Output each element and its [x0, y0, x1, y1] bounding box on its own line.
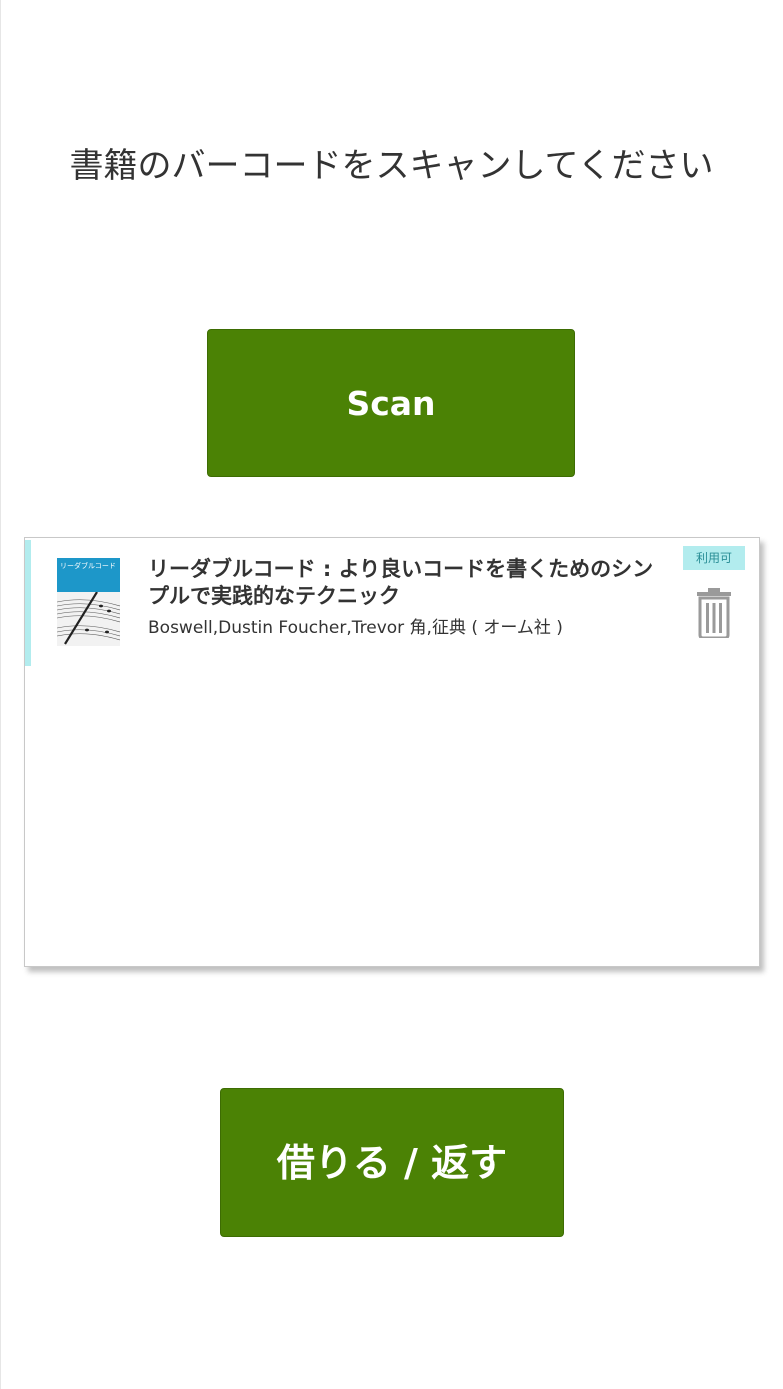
cover-sheet-music-art [57, 592, 120, 646]
availability-status-badge: 利用可 [683, 546, 745, 570]
item-accent-bar [25, 540, 31, 666]
page-left-border [0, 0, 1, 1389]
borrow-return-button[interactable]: 借りる / 返す [220, 1088, 564, 1237]
scan-button[interactable]: Scan [207, 329, 575, 477]
delete-book-button[interactable] [695, 588, 733, 640]
book-list-item[interactable]: リーダブルコード リーダブルコード: より良いコードを書くためのシンプルで実践… [25, 538, 759, 666]
book-cover-title: リーダブルコード [60, 562, 116, 570]
book-cover-image: リーダブルコード [57, 558, 120, 646]
book-authors: Boswell,Dustin Foucher,Trevor 角,征典 ( オーム… [148, 618, 563, 638]
book-list: リーダブルコード リーダブルコード: より良いコードを書くためのシンプルで実践… [24, 537, 760, 967]
book-title: リーダブルコード : より良いコードを書くためのシンプルで実践的なテクニック [148, 557, 654, 608]
scan-instruction: 書籍のバーコードをスキャンしてください [69, 146, 714, 186]
trash-icon [697, 588, 731, 640]
